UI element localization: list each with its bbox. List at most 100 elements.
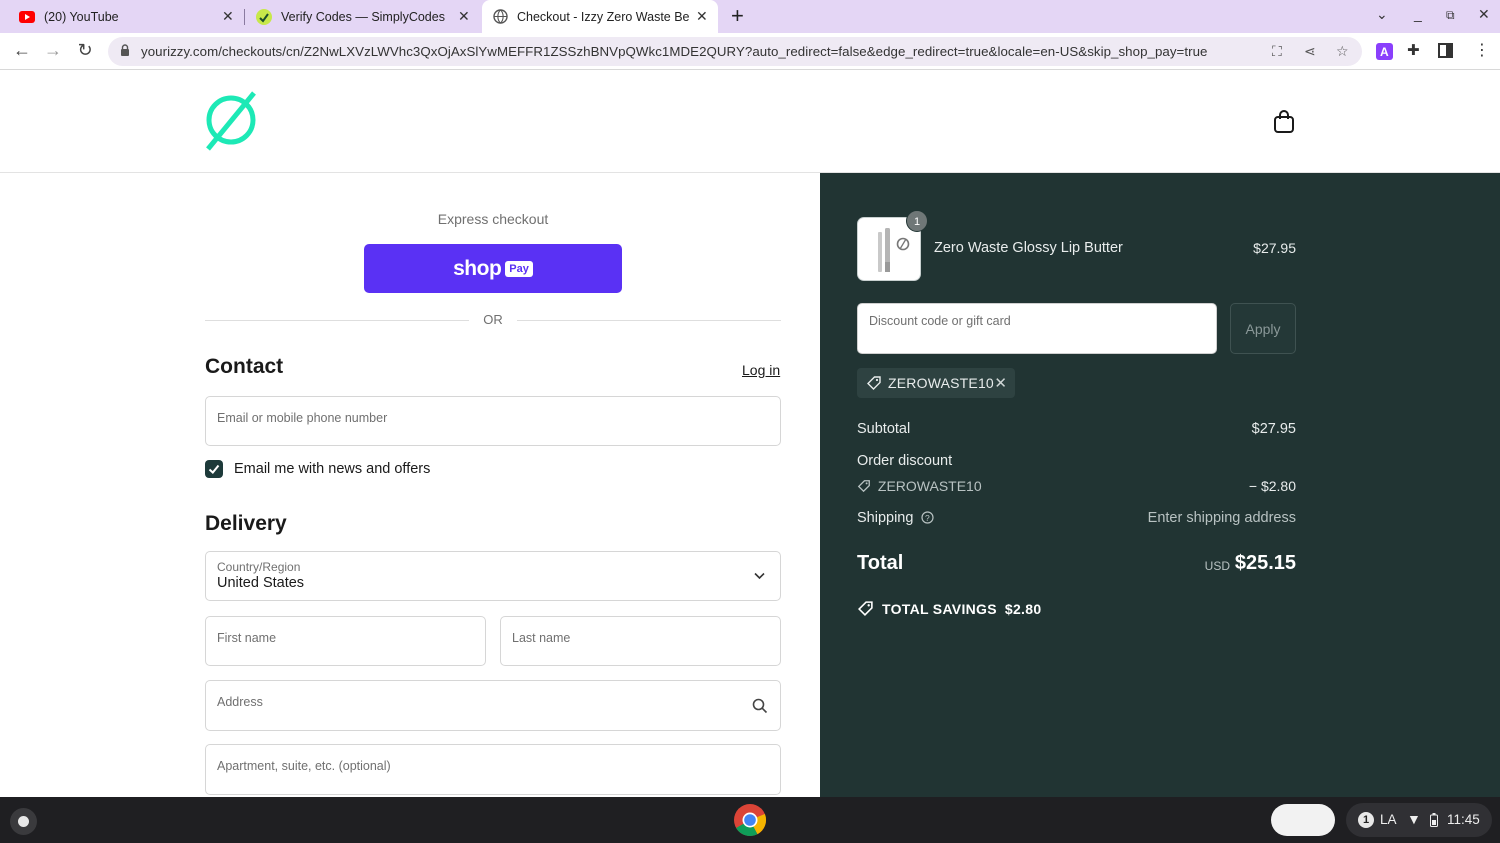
lock-icon [121,44,129,56]
tag-icon [857,601,873,617]
email-placeholder: Email or mobile phone number [217,411,388,425]
status-area[interactable]: 1 LA ▼ 11:45 [1346,803,1492,837]
last-name-field[interactable]: Last name [500,616,781,666]
apartment-placeholder: Apartment, suite, etc. (optional) [217,759,391,773]
subtotal-label: Subtotal [857,421,911,437]
holding-space-icon[interactable] [1271,804,1335,836]
side-panel-icon[interactable] [1438,43,1453,58]
discount-code-label: ZEROWASTE10 [877,478,982,494]
new-tab-button[interactable]: + [731,4,744,28]
total-label: Total [857,552,904,574]
wifi-icon: ▼ [1407,811,1421,827]
product-name: Zero Waste Glossy Lip Butter [934,240,1123,256]
country-value: United States [217,575,305,591]
quantity-badge: 1 [906,210,928,232]
last-name-placeholder: Last name [512,631,571,645]
site-header [0,70,1500,173]
minimize-icon[interactable]: _ [1414,6,1422,22]
shop-pay-pay-badge: Pay [505,260,533,277]
country-select[interactable]: Country/Region United States [205,551,781,601]
back-icon[interactable]: ← [11,40,33,61]
savings-label: TOTAL SAVINGS [882,600,997,617]
notification-count: 1 [1358,812,1374,828]
svg-text:A: A [1380,45,1389,59]
chevron-down-icon [754,572,765,580]
discount-value: − $2.80 [1248,478,1296,494]
tag-icon [867,376,881,390]
email-news-checkbox[interactable] [205,460,223,478]
contact-heading: Contact [205,355,284,378]
tab-search-icon[interactable]: ⌄ [1376,6,1388,23]
address-bar[interactable]: yourizzy.com/checkouts/cn/Z2NwLXVzLWVhc3… [108,37,1362,66]
forward-icon[interactable]: → [42,40,64,61]
applied-code-label: ZEROWASTE10 [888,375,994,391]
search-icon [752,698,768,714]
discount-code-input[interactable]: Discount code or gift card [857,303,1217,354]
tag-icon [857,480,870,493]
savings-value: $2.80 [1004,600,1042,617]
tab-simplycodes[interactable]: Verify Codes — SimplyCodes ✕ [246,0,480,33]
order-discount-row: Order discount [857,453,1296,469]
shop-pay-shop-text: shop [453,256,502,280]
apply-button[interactable]: Apply [1230,303,1296,354]
order-summary: 1 Zero Waste Glossy Lip Butter $27.95 Di… [820,173,1500,797]
express-checkout-label: Express checkout [437,211,549,227]
first-name-field[interactable]: First name [205,616,486,666]
window-close-icon[interactable]: ✕ [1478,6,1490,23]
first-name-placeholder: First name [217,631,277,645]
checkout-form: Express checkout shop Pay OR Contact Log… [0,173,820,797]
extensions-puzzle-icon[interactable]: ✚ [1407,41,1420,59]
shipping-row: Shipping ? Enter shipping address [857,510,1296,526]
total-currency: USD [1204,559,1230,573]
simplycodes-icon [256,8,272,25]
applied-discount-chip: ZEROWASTE10 ✕ [857,368,1015,398]
email-news-label: Email me with news and offers [234,461,431,477]
browser-tab-bar: (20) YouTube ✕ Verify Codes — SimplyCode… [0,0,1500,33]
or-divider: OR [205,311,781,329]
shop-pay-button[interactable]: shop Pay [364,244,622,293]
clock-time: 11:45 [1447,812,1480,827]
tab-separator [244,9,245,25]
launcher-icon[interactable] [10,808,37,835]
youtube-icon [19,10,35,23]
bookmark-star-icon[interactable]: ☆ [1336,43,1349,60]
or-label: OR [483,312,503,327]
product-price: $27.95 [1253,240,1296,256]
total-value: $25.15 [1234,552,1296,574]
menu-kebab-icon[interactable]: ⋮ [1474,40,1490,60]
discount-detail-row: ZEROWASTE10 − $2.80 [857,478,1296,494]
shopping-bag-icon[interactable] [1273,110,1295,134]
log-in-link[interactable]: Log in [742,362,780,378]
chrome-icon[interactable] [733,803,767,837]
izzy-logo[interactable] [204,90,260,152]
total-savings: TOTAL SAVINGS $2.80 [857,600,1041,617]
extension-a-icon[interactable]: A [1376,43,1393,60]
svg-text:?: ? [925,513,930,523]
help-circle-icon[interactable]: ? [921,511,935,524]
tab-checkout[interactable]: Checkout - Izzy Zero Waste Beau ✕ [482,0,718,33]
restore-icon[interactable]: ⧉ [1446,8,1455,23]
globe-icon [493,9,508,24]
close-icon[interactable]: ✕ [458,8,470,25]
address-field[interactable]: Address [205,680,781,731]
close-icon[interactable]: ✕ [696,8,708,25]
input-method-label: LA [1380,812,1397,827]
reload-icon[interactable]: ↻ [74,40,96,61]
subtotal-row: Subtotal $27.95 [857,421,1296,437]
share-icon[interactable]: ⋖ [1304,43,1316,60]
translate-icon[interactable]: ⛶ [1272,43,1282,60]
subtotal-value: $27.95 [1251,421,1296,437]
shipping-label: Shipping [857,510,914,526]
tab-youtube[interactable]: (20) YouTube ✕ [10,0,242,33]
tab-title: Verify Codes — SimplyCodes [281,9,445,24]
country-label: Country/Region [217,560,301,574]
battery-icon [1430,813,1438,827]
apartment-field[interactable]: Apartment, suite, etc. (optional) [205,744,781,795]
remove-code-icon[interactable]: ✕ [994,374,1007,392]
tab-title: (20) YouTube [44,9,119,24]
close-icon[interactable]: ✕ [222,8,234,25]
discount-placeholder: Discount code or gift card [869,314,1011,328]
url-text: yourizzy.com/checkouts/cn/Z2NwLXVzLWVhc3… [141,44,1208,59]
tab-title: Checkout - Izzy Zero Waste Beau [517,9,689,24]
email-field[interactable]: Email or mobile phone number [205,396,781,446]
